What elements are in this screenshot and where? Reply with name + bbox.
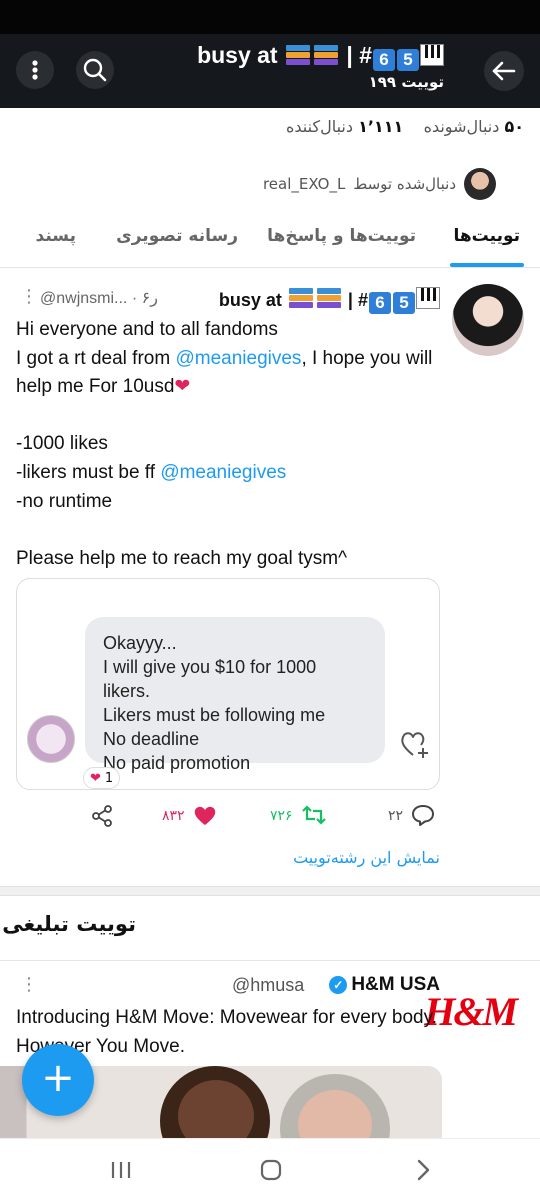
header-title: busy at | #6 5 [197, 42, 444, 71]
books-emoji-icon [284, 43, 312, 67]
followers-label: دنبال‌کننده [286, 117, 353, 136]
tweet-text-part: -no runtime Please help me to reach my g… [16, 490, 348, 569]
tab-tweets[interactable]: توییت‌ها [453, 226, 520, 246]
header-title-separator: | [346, 42, 353, 68]
retweet-icon [301, 805, 326, 825]
reply-icon [412, 805, 435, 826]
keycap-digit: 6 [373, 49, 395, 71]
like-button[interactable]: ۸۳۲ [162, 804, 217, 826]
arrow-left-icon [492, 61, 516, 81]
compose-tweet-button[interactable]: + [22, 1044, 94, 1116]
followed-by[interactable]: دنبال‌شده توسط real_EXO_L [263, 168, 496, 200]
followed-by-label: دنبال‌شده توسط [353, 175, 456, 193]
keycap-digit: 6 [369, 292, 391, 314]
header-title-name: busy at [197, 42, 278, 68]
followers-count: ۱٬۱۱۱ [358, 117, 404, 136]
tweet-actions: ۲۲ ۷۲۶ ۸۳۲ [0, 800, 540, 834]
keycap-digit: 5 [397, 49, 419, 71]
tweet-count: ۱۹۹ توییت [368, 73, 444, 91]
header-title-block: busy at | #6 5 ۱۹۹ توییت [197, 42, 444, 91]
promoted-heading: توییت تبلیغی [2, 912, 136, 936]
promoted-divider [0, 960, 540, 961]
followers-link[interactable]: ۱٬۱۱۱ دنبال‌کننده [286, 117, 403, 136]
recent-apps-button[interactable] [106, 1155, 136, 1185]
back-button[interactable] [484, 51, 524, 91]
plus-icon: + [41, 1055, 75, 1101]
profile-tabs: توییت‌ها توییت‌ها و پاسخ‌ها رسانه تصویری… [0, 208, 540, 268]
search-icon [83, 58, 107, 82]
tab-tweets-replies[interactable]: توییت‌ها و پاسخ‌ها [267, 226, 416, 246]
dm-avatar [27, 715, 75, 763]
promoted-tweet-header: ⋮ @hmusa ✓ H&M USA [16, 974, 440, 1000]
retweet-button[interactable]: ۷۲۶ [270, 804, 327, 826]
tweet[interactable]: ⋮ @nwjnsmi... · ۶ر busy at | #6 5 Hi ever… [0, 270, 540, 890]
tweet-more-icon[interactable]: ⋮ [20, 286, 38, 307]
header-title-hash: # [359, 42, 372, 68]
piano-emoji-icon [420, 44, 444, 66]
promoted-handle: @hmusa [232, 975, 305, 995]
tweet-author-separator: | [347, 290, 353, 310]
follower-avatar [464, 168, 496, 200]
home-button[interactable] [256, 1155, 286, 1185]
tab-underline [450, 263, 524, 267]
add-reaction-icon [401, 732, 428, 758]
promoted-author[interactable]: ✓ H&M USA [329, 974, 440, 996]
red-heart-emoji-icon: ❤ [90, 770, 101, 786]
status-bar [0, 0, 540, 34]
reaction-count: 1 [104, 770, 114, 786]
keycap-digit: 5 [393, 292, 415, 314]
promoted-more-icon[interactable]: ⋮ [20, 974, 38, 995]
back-nav-button[interactable] [408, 1155, 438, 1185]
following-label: دنبال‌شونده [423, 117, 500, 136]
tweet-handle-time: @nwjnsmi... · ۶ر [40, 290, 158, 307]
promoted-tweet[interactable]: H&M ⋮ @hmusa ✓ H&M USA Introducing H&M Mo… [0, 962, 540, 1138]
books-emoji-icon [315, 286, 343, 310]
books-emoji-icon [287, 286, 315, 310]
reply-button[interactable]: ۲۲ [388, 804, 435, 826]
tweet-text-part: -1000 likes -likers must be ff [16, 433, 156, 483]
retweet-count: ۷۲۶ [270, 806, 293, 823]
mention-link[interactable]: @meaniegives [175, 348, 301, 369]
tweet-author-name[interactable]: busy at | #6 5 [219, 286, 440, 314]
following-link[interactable]: ۵۰ دنبال‌شونده [424, 117, 524, 136]
system-nav-bar [0, 1138, 540, 1200]
search-button[interactable] [76, 51, 114, 89]
show-thread-link[interactable]: نمایش این رشته‌توییت [293, 848, 440, 867]
more-button[interactable] [16, 51, 54, 89]
follow-stats: ۵۰ دنبال‌شونده ۱٬۱۱۱ دنبال‌کننده [286, 117, 524, 136]
share-button[interactable] [90, 804, 114, 828]
followed-by-user: real_EXO_L [262, 175, 346, 193]
red-heart-emoji-icon: ❤ [174, 376, 191, 398]
verified-badge-icon: ✓ [329, 976, 348, 994]
promoted-author-name: H&M USA [351, 974, 440, 995]
chevron-right-icon [417, 1159, 430, 1181]
reply-count: ۲۲ [388, 806, 404, 823]
dm-reaction-badge: ❤ 1 [83, 767, 121, 789]
more-vertical-icon [32, 60, 38, 80]
tab-likes[interactable]: پسند [36, 226, 76, 246]
tweet-author-name-text: busy at [218, 290, 282, 310]
books-emoji-icon [312, 43, 340, 67]
tweet-avatar[interactable] [452, 284, 524, 356]
like-count: ۸۳۲ [162, 806, 185, 823]
tweet-author-hash: # [357, 290, 368, 310]
section-divider [0, 886, 540, 896]
share-icon [92, 805, 112, 827]
heart-filled-icon [194, 806, 215, 825]
recent-apps-icon [111, 1162, 131, 1178]
tweet-text: Hi everyone and to all fandoms I got a r… [16, 316, 446, 573]
profile-header: busy at | #6 5 ۱۹۹ توییت [0, 34, 540, 108]
following-count: ۵۰ [504, 117, 524, 136]
tweet-header: ⋮ @nwjnsmi... · ۶ر busy at | #6 5 [16, 286, 440, 314]
tab-media[interactable]: رسانه تصویری [116, 226, 238, 246]
home-icon [260, 1159, 282, 1181]
piano-emoji-icon [416, 287, 440, 309]
quote-image-card[interactable]: Okayyy... I will give you $10 for 1000 l… [16, 578, 440, 790]
dm-message-bubble: Okayyy... I will give you $10 for 1000 l… [85, 617, 385, 773]
mention-link[interactable]: @meaniegives [160, 462, 286, 483]
